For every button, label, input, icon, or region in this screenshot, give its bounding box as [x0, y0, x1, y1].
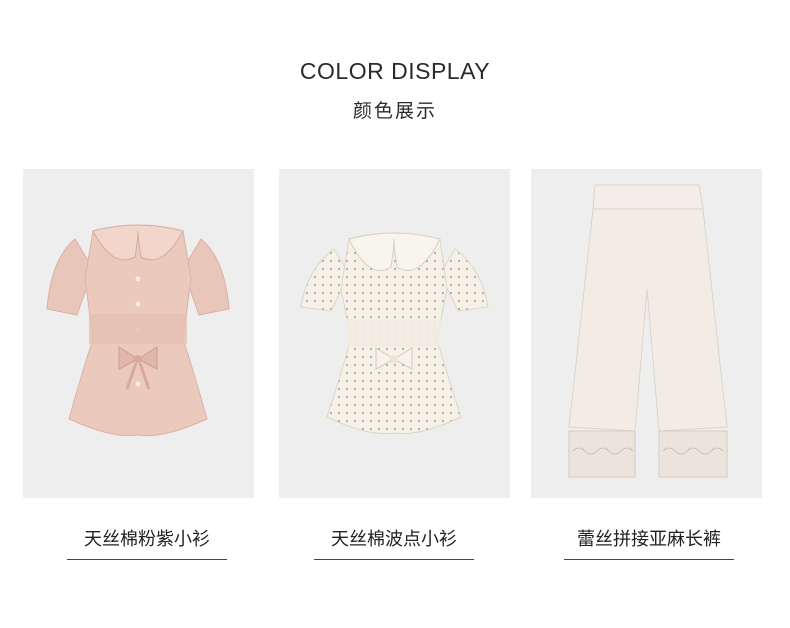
title-english: COLOR DISPLAY — [299, 58, 491, 84]
title-chinese: 颜色展示 — [352, 100, 437, 122]
product-image-dot-blouse[interactable] — [279, 169, 510, 498]
product-name-dot-blouse[interactable]: 天丝棉波点小衫 — [314, 525, 474, 560]
pink-blouse-illustration — [46, 224, 230, 437]
product-image-pink-blouse[interactable] — [23, 169, 254, 498]
dot-blouse-illustration — [300, 232, 489, 435]
product-name-lace-trousers[interactable]: 蕾丝拼接亚麻长裤 — [564, 525, 734, 560]
product-name-pink-blouse[interactable]: 天丝棉粉紫小衫 — [67, 525, 227, 560]
product-image-lace-trousers[interactable] — [531, 169, 762, 498]
trousers-illustration — [568, 184, 728, 478]
